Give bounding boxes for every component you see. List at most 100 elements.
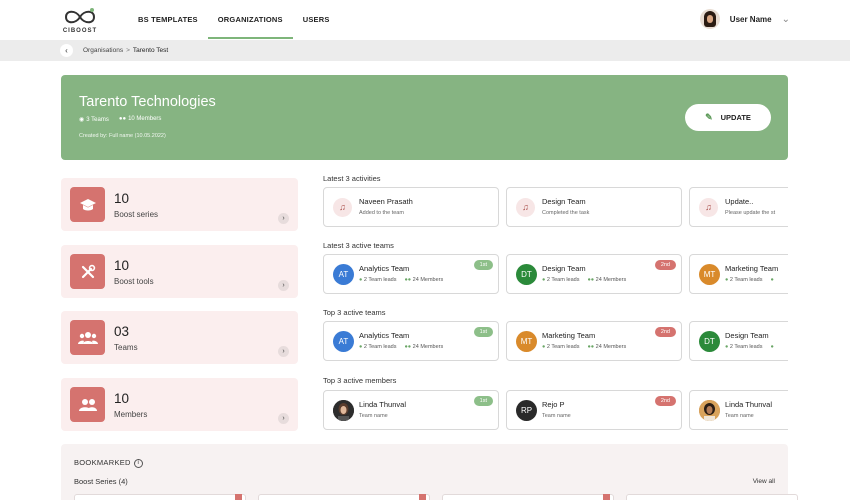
rank-badge: 2nd [654, 260, 676, 270]
bookmark-card[interactable] [258, 494, 430, 500]
boost-series-label: Boost Series (4) [74, 477, 128, 486]
logo-icon [64, 8, 96, 24]
bell-icon: ♫ [699, 198, 718, 217]
stat-label: Boost series [114, 210, 159, 219]
info-icon[interactable]: i [133, 458, 143, 468]
team-avatar: MT [699, 264, 720, 285]
latest-teams-row: AT Analytics Team ● 2 Team leads ●● 24 M… [323, 254, 788, 296]
team-meta: ● 2 Team leads ●● 24 Members [542, 277, 627, 283]
section-title-activities: Latest 3 activities [323, 174, 381, 183]
logo-text: CIBOOST [62, 28, 98, 34]
team-avatar: AT [333, 331, 354, 352]
avatar [699, 400, 720, 421]
team-name: Design Team [725, 331, 769, 340]
member-team: Team name [725, 413, 754, 419]
team-avatar: DT [516, 264, 537, 285]
activity-title: Design Team [542, 197, 586, 206]
activity-card[interactable]: ♫ Update.. Please update the st [689, 187, 788, 227]
avatar [699, 9, 720, 29]
member-avatar: RP [516, 400, 537, 421]
top-members-row: Linda Thunval Team name 1st RP Rejo P Te… [323, 390, 788, 432]
nav-organizations[interactable]: ORGANIZATIONS [207, 0, 293, 40]
team-name: Design Team [542, 264, 586, 273]
app-logo[interactable]: CIBOOST [60, 7, 100, 35]
stat-boost-tools[interactable]: 10 Boost tools › [61, 245, 298, 298]
team-meta: ● 2 Team leads ●● 24 Members [542, 344, 627, 350]
organization-banner: Tarento Technologies ◉ 3 Teams ●● 10 Membe… [61, 75, 788, 160]
team-icon [70, 320, 105, 355]
rank-badge: 2nd [654, 396, 676, 406]
team-name: Marketing Team [542, 331, 596, 340]
chevron-right-icon[interactable]: › [278, 413, 289, 424]
member-card[interactable]: Linda Thunval Team name 1st [323, 390, 499, 430]
team-card[interactable]: AT Analytics Team ● 2 Team leads ●● 24 M… [323, 321, 499, 361]
member-card[interactable]: RP Rejo P Team name 2nd [506, 390, 682, 430]
stat-value: 10 [114, 391, 130, 406]
stat-label: Teams [114, 343, 138, 352]
person-icon: ● [725, 277, 729, 283]
created-by: Created by: Full name (10.05.2022) [79, 133, 166, 139]
team-card[interactable]: AT Analytics Team ● 2 Team leads ●● 24 M… [323, 254, 499, 294]
nav-users[interactable]: USERS [293, 0, 340, 40]
chevron-right-icon[interactable]: › [278, 280, 289, 291]
view-all-link[interactable]: View all [753, 478, 775, 485]
team-card[interactable]: DT Design Team ● 2 Team leads ● [689, 321, 788, 361]
chevron-right-icon[interactable]: › [278, 346, 289, 357]
breadcrumb: ‹ Organisations > Tarento Test [0, 40, 850, 61]
activity-card[interactable]: ♫ Naveen Prasath Added to the team [323, 187, 499, 227]
bookmark-icon [235, 494, 242, 500]
back-button[interactable]: ‹ [60, 44, 73, 57]
activities-row: ♫ Naveen Prasath Added to the team ♫ Des… [323, 187, 788, 229]
stat-value: 10 [114, 258, 130, 273]
breadcrumb-organisations[interactable]: Organisations [83, 47, 123, 54]
nav-bs-templates[interactable]: BS TEMPLATES [128, 0, 208, 40]
activity-subtitle: Added to the team [359, 210, 404, 216]
activity-subtitle: Please update the st [725, 210, 776, 216]
team-icon: ◉ [79, 117, 85, 123]
members-icon: ●● [587, 344, 595, 350]
user-name: User Name [729, 14, 772, 24]
bell-icon: ♫ [516, 198, 535, 217]
rank-badge: 2nd [654, 327, 676, 337]
stat-boost-series[interactable]: 10 Boost series › [61, 178, 298, 231]
bookmark-card[interactable] [626, 494, 798, 500]
update-button[interactable]: ✎ UPDATE [685, 104, 771, 131]
person-icon: ● [359, 344, 363, 350]
member-card[interactable]: Linda Thunval Team name [689, 390, 788, 430]
user-menu[interactable]: User Name ⌄ [699, 9, 790, 29]
bookmark-icon [603, 494, 610, 500]
team-meta: ● 2 Team leads ●● 24 Members [359, 277, 444, 283]
section-title-top-teams: Top 3 active teams [323, 308, 386, 317]
stat-members[interactable]: 10 Members › [61, 378, 298, 431]
stat-label: Members [114, 410, 148, 419]
members-icon [70, 387, 105, 422]
team-meta: ● 2 Team leads ● [725, 277, 774, 283]
tools-icon [70, 254, 105, 289]
activity-title: Naveen Prasath [359, 197, 413, 206]
bookmark-card[interactable] [442, 494, 614, 500]
teams-count: ◉ 3 Teams [79, 117, 109, 123]
rank-badge: 1st [473, 327, 493, 337]
members-icon: ● [770, 277, 774, 283]
team-card[interactable]: MT Marketing Team ● 2 Team leads ●● 24 M… [506, 321, 682, 361]
rank-badge: 1st [473, 260, 493, 270]
bookmark-icon [419, 494, 426, 500]
team-name: Analytics Team [359, 264, 410, 273]
team-avatar: AT [333, 264, 354, 285]
stat-teams[interactable]: 03 Teams › [61, 311, 298, 364]
members-icon: ●● [587, 277, 595, 283]
org-meta: ◉ 3 Teams ●● 10 Members [79, 116, 161, 123]
graduation-cap-icon [70, 187, 105, 222]
page-title: Tarento Technologies [79, 94, 216, 110]
activity-card[interactable]: ♫ Design Team Completed the task [506, 187, 682, 227]
avatar [333, 400, 354, 421]
bookmark-card[interactable] [74, 494, 246, 500]
team-card[interactable]: MT Marketing Team ● 2 Team leads ● [689, 254, 788, 294]
top-teams-row: AT Analytics Team ● 2 Team leads ●● 24 M… [323, 321, 788, 363]
team-card[interactable]: DT Design Team ● 2 Team leads ●● 24 Memb… [506, 254, 682, 294]
member-name: Linda Thunval [725, 400, 772, 409]
breadcrumb-current: Tarento Test [132, 47, 169, 54]
member-team: Team name [542, 413, 571, 419]
members-icon: ●● [118, 116, 127, 122]
chevron-right-icon[interactable]: › [278, 213, 289, 224]
